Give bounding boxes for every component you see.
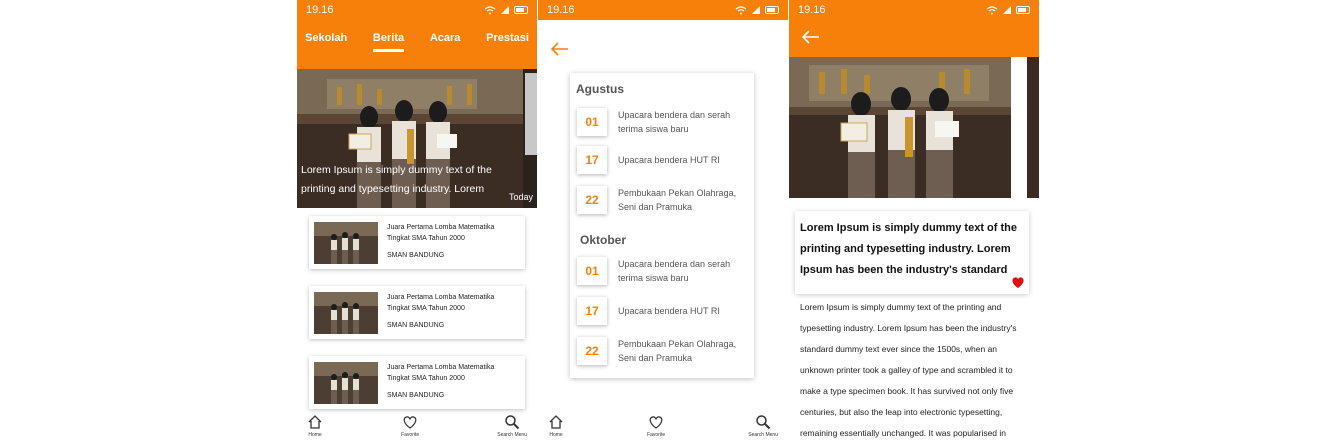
nav-favorite-label: Favorite <box>401 432 420 438</box>
news-title: Juara Pertama Lomba Matematika Tingkat S… <box>387 224 495 242</box>
nav-favorite[interactable]: Favorite <box>647 414 665 444</box>
search-icon <box>756 415 771 430</box>
news-school: SMAN BANDUNG <box>387 322 445 329</box>
category-tabs: Sekolah Berita Acara Prestasi <box>297 20 537 52</box>
hero-banner[interactable]: Lorem Ipsum is simply dummy text of the … <box>297 69 537 208</box>
news-list: Juara Pertama Lomba Matematika Tingkat S… <box>297 208 537 409</box>
news-title: Juara Pertama Lomba Matematika Tingkat S… <box>387 294 495 312</box>
article-body: Lorem Ipsum is simply dummy text of the … <box>800 302 1017 438</box>
event-item[interactable]: 22 Pembukaan Pekan Olahraga, Seni dan Pr… <box>577 186 743 214</box>
home-icon <box>549 415 563 429</box>
nav-home[interactable]: Home <box>307 414 323 444</box>
heart-icon <box>649 416 663 429</box>
event-date: 17 <box>577 146 607 174</box>
event-text: Pembukaan Pekan Olahraga, Seni dan Pramu… <box>618 188 737 212</box>
heart-icon <box>403 416 417 429</box>
article-photo <box>789 57 1011 198</box>
events-panel: Agustus 01 Upacara bendera dan serah ter… <box>570 73 754 378</box>
news-card[interactable]: Juara Pertama Lomba Matematika Tingkat S… <box>309 356 525 409</box>
news-school: SMAN BANDUNG <box>387 392 445 399</box>
event-item[interactable]: 17 Upacara bendera HUT RI <box>577 146 743 174</box>
hero-time: Today <box>508 192 533 202</box>
status-bar: 19.16 <box>297 0 537 20</box>
top-bar: 19.16 Sekolah Berita Acara Prestasi <box>297 0 537 69</box>
tab-berita[interactable]: Berita <box>372 32 405 52</box>
event-date: 17 <box>577 297 607 325</box>
event-item[interactable]: 01 Upacara bendera dan serah terima sisw… <box>577 257 743 285</box>
nav-search-label: Search Menu <box>748 432 778 438</box>
signal-icon <box>501 6 509 14</box>
news-school: SMAN BANDUNG <box>387 252 445 259</box>
favorite-heart-icon[interactable] <box>1011 276 1025 289</box>
wifi-icon <box>484 5 496 14</box>
signal-icon <box>1003 6 1011 14</box>
event-item[interactable]: 22 Pembukaan Pekan Olahraga, Seni dan Pr… <box>577 337 743 365</box>
home-icon <box>308 415 322 429</box>
battery-icon <box>1016 6 1030 14</box>
article-title: Lorem Ipsum is simply dummy text of the … <box>800 222 1017 276</box>
event-text: Pembukaan Pekan Olahraga, Seni dan Pramu… <box>618 339 737 363</box>
month-heading: Oktober <box>580 233 627 247</box>
tab-sekolah[interactable]: Sekolah <box>305 32 347 52</box>
news-card[interactable]: Juara Pertama Lomba Matematika Tingkat S… <box>309 286 525 339</box>
status-time: 19.16 <box>547 4 575 16</box>
news-thumbnail <box>314 222 378 264</box>
bottom-nav: Home Favorite Search Menu <box>297 414 537 444</box>
wifi-icon <box>986 5 998 14</box>
nav-favorite-label: Favorite <box>647 432 666 438</box>
event-text: Upacara bendera HUT RI <box>618 306 720 316</box>
news-thumbnail <box>314 292 378 334</box>
back-arrow-icon[interactable] <box>550 42 569 56</box>
signal-icon <box>752 6 760 14</box>
status-time: 19.16 <box>306 4 334 16</box>
events-header <box>538 20 788 75</box>
battery-icon <box>514 6 528 14</box>
nav-home-label: Home <box>549 432 563 438</box>
event-date: 22 <box>577 337 607 365</box>
events-screen: 19.16 Agustus 01 Upacara bendera dan ser… <box>538 0 788 444</box>
top-bar: 19.16 <box>789 0 1039 57</box>
news-screen: 19.16 Sekolah Berita Acara Prestasi Lore… <box>297 0 537 444</box>
news-title: Juara Pertama Lomba Matematika Tingkat S… <box>387 364 495 382</box>
article-screen: 19.16 Lorem Ipsum is simply dummy text o… <box>789 0 1039 444</box>
tab-prestasi[interactable]: Prestasi <box>486 32 529 52</box>
nav-home-label: Home <box>308 432 322 438</box>
back-arrow-icon[interactable] <box>801 30 820 44</box>
event-text: Upacara bendera dan serah terima siswa b… <box>618 110 731 134</box>
nav-search[interactable]: Search Menu <box>497 414 527 444</box>
event-date: 01 <box>577 257 607 285</box>
event-item[interactable]: 17 Upacara bendera HUT RI <box>577 297 743 325</box>
news-card[interactable]: Juara Pertama Lomba Matematika Tingkat S… <box>309 216 525 269</box>
status-bar: 19.16 <box>789 0 1039 20</box>
battery-icon <box>765 6 779 14</box>
nav-favorite[interactable]: Favorite <box>401 414 419 444</box>
event-text: Upacara bendera dan serah terima siswa b… <box>618 259 731 283</box>
event-text: Upacara bendera HUT RI <box>618 155 720 165</box>
event-date: 01 <box>577 108 607 136</box>
event-item[interactable]: 01 Upacara bendera dan serah terima sisw… <box>577 108 743 136</box>
status-bar: 19.16 <box>538 0 788 20</box>
hero-caption: Lorem Ipsum is simply dummy text of the … <box>301 164 492 195</box>
news-thumbnail <box>314 362 378 404</box>
bottom-nav: Home Favorite Search Menu <box>538 414 788 444</box>
tab-acara[interactable]: Acara <box>430 32 461 52</box>
month-heading: Agustus <box>576 82 624 96</box>
nav-home[interactable]: Home <box>548 414 564 444</box>
event-date: 22 <box>577 186 607 214</box>
article-title-card: Lorem Ipsum is simply dummy text of the … <box>795 211 1029 294</box>
nav-search-label: Search Menu <box>497 432 527 438</box>
search-icon <box>505 415 520 430</box>
status-time: 19.16 <box>798 4 826 16</box>
nav-search[interactable]: Search Menu <box>748 414 778 444</box>
wifi-icon <box>735 5 747 14</box>
